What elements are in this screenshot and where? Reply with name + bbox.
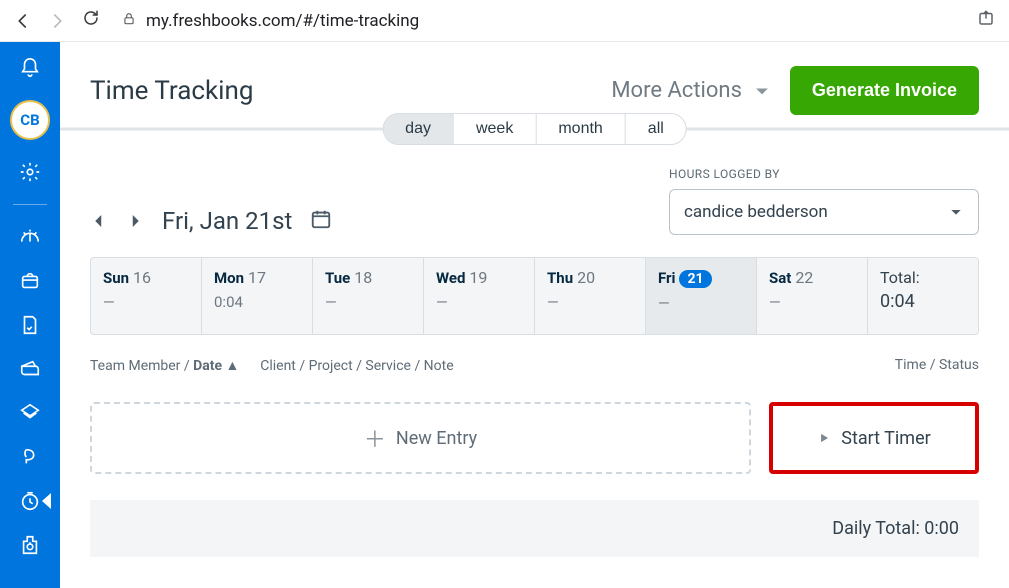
- address-url: my.freshbooks.com/#/time-tracking: [146, 11, 419, 31]
- day-num: 20: [577, 268, 595, 287]
- start-timer-label: Start Timer: [841, 428, 930, 449]
- browser-forward-button[interactable]: [48, 12, 66, 30]
- table-header: Team Member / Date ▲ Client / Project / …: [90, 357, 979, 374]
- address-bar[interactable]: my.freshbooks.com/#/time-tracking: [112, 11, 965, 31]
- start-timer-button[interactable]: Start Timer: [769, 402, 979, 474]
- invoices-icon[interactable]: [18, 313, 42, 337]
- new-entry-button[interactable]: ＋ New Entry: [90, 402, 751, 474]
- day-cell[interactable]: Wed 19 —: [424, 258, 535, 334]
- gear-icon[interactable]: [18, 160, 42, 184]
- th-team-date-pre: Team Member /: [90, 358, 193, 374]
- expenses-icon[interactable]: [18, 401, 42, 425]
- generate-invoice-button[interactable]: Generate Invoice: [790, 66, 979, 115]
- day-value: —: [103, 293, 189, 311]
- bell-icon[interactable]: [18, 56, 42, 80]
- dashboard-icon[interactable]: [18, 225, 42, 249]
- avatar-initials: CB: [20, 111, 39, 129]
- page-title: Time Tracking: [90, 76, 253, 106]
- day-num-pill: 21: [679, 270, 711, 288]
- segment-day[interactable]: day: [383, 114, 453, 144]
- day-value: —: [658, 294, 744, 312]
- day-cell[interactable]: Sun 16 —: [91, 258, 202, 334]
- sidebar: CB: [0, 42, 60, 588]
- plus-icon: ＋: [364, 422, 386, 454]
- day-cell[interactable]: Mon 17 0:04: [202, 258, 313, 334]
- avatar[interactable]: CB: [10, 100, 50, 140]
- day-name: Sun: [103, 269, 129, 287]
- browser-back-button[interactable]: [14, 12, 32, 30]
- chevron-down-icon: [948, 204, 964, 220]
- play-icon: [817, 431, 831, 445]
- day-num: 22: [795, 268, 813, 287]
- clients-icon[interactable]: [18, 269, 42, 293]
- day-cell-active[interactable]: Fri 21 —: [646, 258, 757, 334]
- sort-asc-icon: ▲: [222, 358, 239, 374]
- active-caret: [42, 493, 51, 509]
- day-name: Tue: [325, 269, 350, 287]
- day-num: 19: [469, 268, 487, 287]
- daily-total-label: Daily Total:: [832, 518, 924, 539]
- day-value: —: [436, 293, 522, 311]
- day-value: 0:04: [214, 293, 300, 311]
- week-total: Total: 0:04: [868, 258, 978, 334]
- more-actions-dropdown[interactable]: More Actions: [611, 78, 772, 103]
- hours-logged-by-select[interactable]: candice bedderson: [669, 189, 979, 235]
- th-date-sort[interactable]: Date: [193, 358, 222, 374]
- main: Time Tracking More Actions Generate Invo…: [60, 42, 1009, 588]
- day-cell[interactable]: Thu 20 —: [535, 258, 646, 334]
- day-name: Wed: [436, 269, 465, 287]
- day-name: Fri: [658, 269, 676, 287]
- segment-all[interactable]: all: [625, 114, 686, 144]
- daily-total-value: 0:00: [924, 518, 959, 539]
- next-day-button[interactable]: [126, 212, 144, 230]
- day-cell[interactable]: Tue 18 —: [313, 258, 424, 334]
- filter-value: candice bedderson: [684, 202, 828, 222]
- current-date-label: Fri, Jan 21st: [162, 207, 292, 235]
- time-tracking-icon[interactable]: [18, 489, 42, 513]
- chevron-down-icon: [752, 81, 772, 101]
- prev-day-button[interactable]: [90, 212, 108, 230]
- browser-refresh-button[interactable]: [82, 9, 100, 32]
- segment-month[interactable]: month: [535, 114, 624, 144]
- day-name: Mon: [214, 269, 244, 287]
- projects-icon[interactable]: [18, 533, 42, 557]
- page-header: Time Tracking More Actions Generate Invo…: [60, 42, 1009, 115]
- filter-label: HOURS LOGGED BY: [669, 167, 979, 181]
- estimates-icon[interactable]: [18, 445, 42, 469]
- sidebar-divider: [13, 204, 47, 205]
- day-value: —: [769, 293, 855, 311]
- day-cell[interactable]: Sat 22 —: [757, 258, 868, 334]
- lock-icon: [122, 11, 136, 31]
- share-icon[interactable]: [977, 9, 995, 32]
- more-actions-label: More Actions: [611, 78, 742, 103]
- view-segmented-control: day week month all: [60, 109, 1009, 149]
- day-num: 17: [248, 268, 266, 287]
- day-name: Thu: [547, 269, 573, 287]
- day-name: Sat: [769, 269, 791, 287]
- calendar-icon[interactable]: [310, 208, 332, 234]
- th-right: Time / Status: [895, 357, 979, 374]
- day-num: 16: [133, 268, 151, 287]
- new-entry-label: New Entry: [396, 428, 477, 449]
- week-strip: Sun 16 — Mon 17 0:04 Tue 18 — Wed 19: [90, 257, 979, 335]
- browser-bar: my.freshbooks.com/#/time-tracking: [0, 0, 1009, 42]
- date-navigator: Fri, Jan 21st: [90, 207, 332, 235]
- week-total-label: Total:: [880, 268, 966, 287]
- segment-week[interactable]: week: [453, 114, 535, 144]
- day-num: 18: [354, 268, 372, 287]
- daily-total-footer: Daily Total: 0:00: [90, 500, 979, 557]
- th-middle: Client / Project / Service / Note: [260, 358, 453, 374]
- day-value: —: [325, 293, 411, 311]
- week-total-value: 0:04: [880, 291, 966, 312]
- day-value: —: [547, 293, 633, 311]
- payments-icon[interactable]: [18, 357, 42, 381]
